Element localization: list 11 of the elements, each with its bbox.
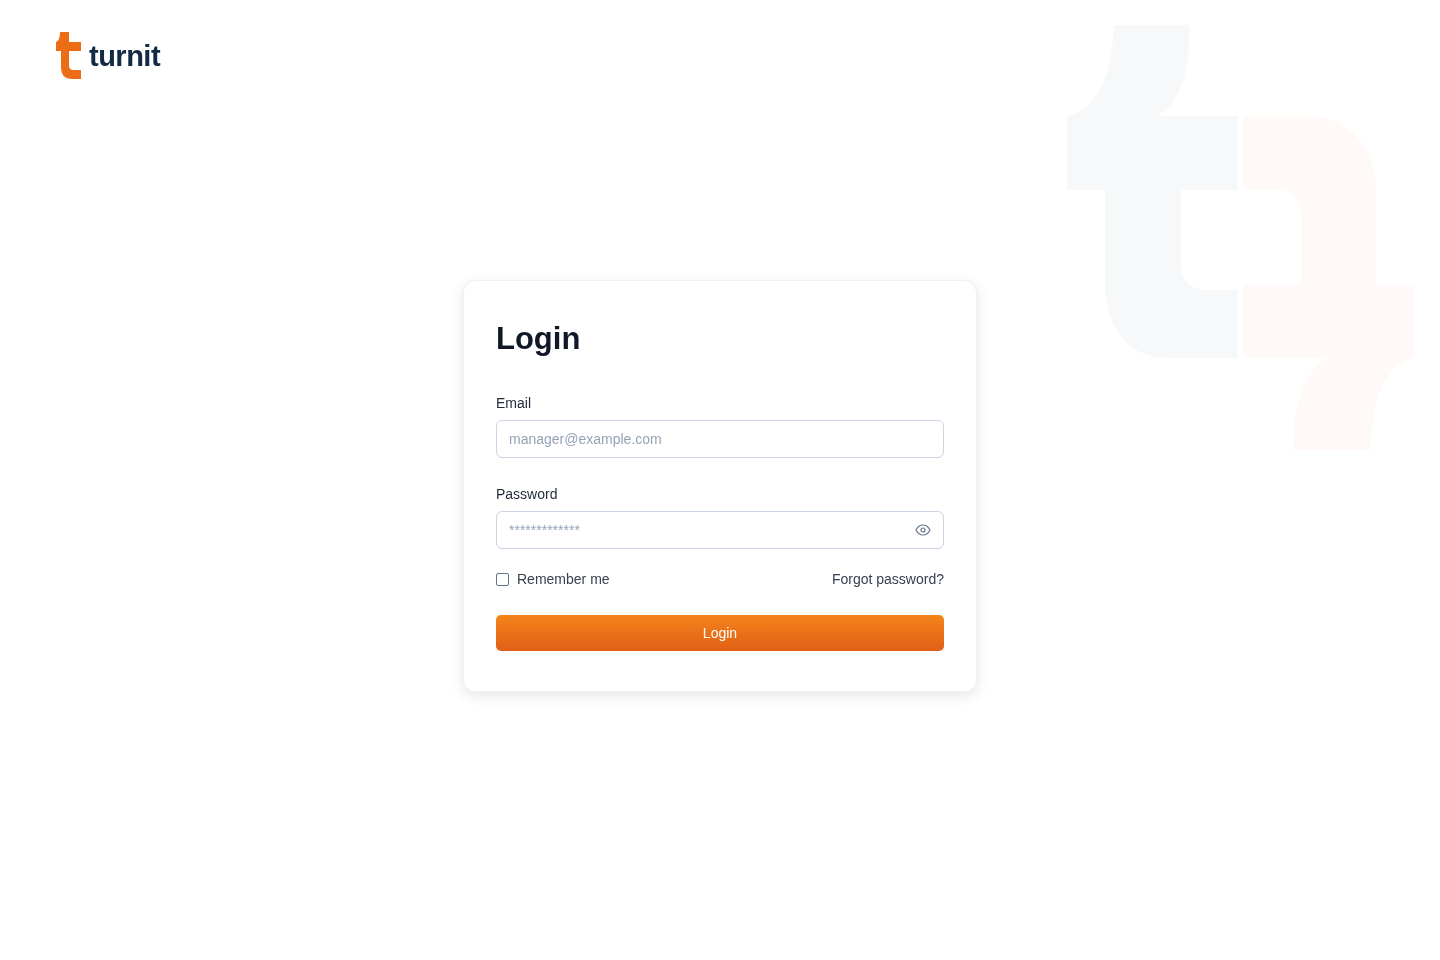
password-label: Password <box>496 486 558 503</box>
logo-icon <box>56 32 83 80</box>
email-label: Email <box>496 395 531 412</box>
remember-checkbox[interactable] <box>496 572 509 586</box>
forgot-password-link[interactable]: Forgot password? <box>831 571 944 587</box>
brand-name: turnit <box>89 39 161 73</box>
password-field[interactable]: ************* <box>496 511 944 549</box>
email-field[interactable]: manager@example.com <box>496 420 944 458</box>
eye-icon[interactable] <box>915 524 931 536</box>
remember-label[interactable]: Remember me <box>517 571 610 587</box>
login-title: Login <box>496 320 582 358</box>
